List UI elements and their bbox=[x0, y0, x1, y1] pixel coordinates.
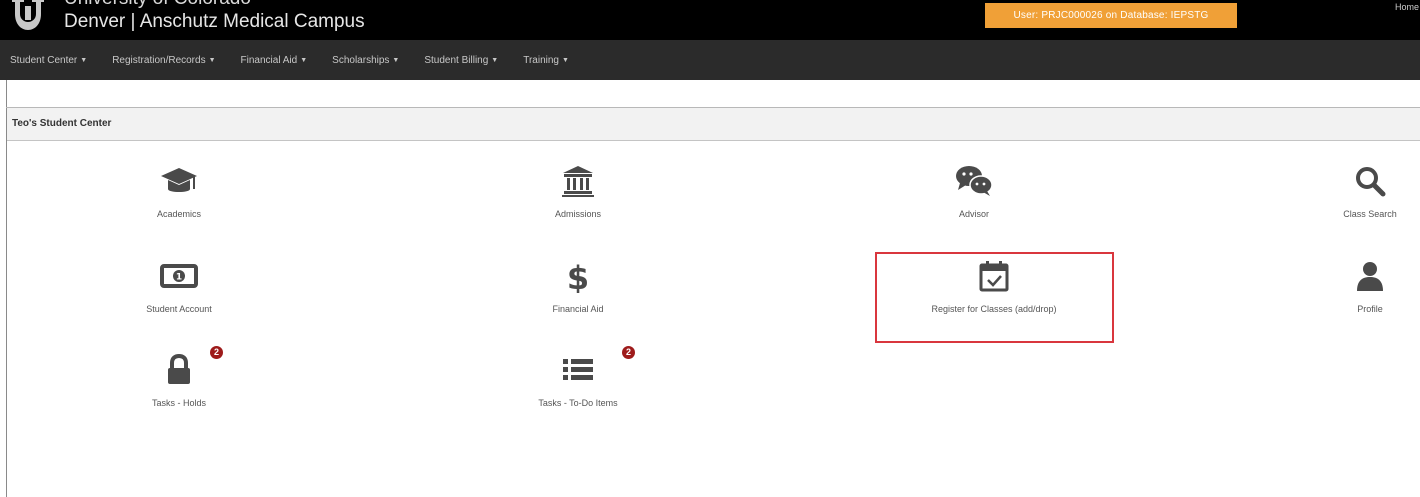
caret-down-icon: ▼ bbox=[80, 56, 88, 64]
tile-label: Financial Aid bbox=[552, 304, 604, 314]
nav-student-center[interactable]: Student Center ▼ bbox=[10, 55, 87, 66]
caret-down-icon: ▼ bbox=[562, 56, 569, 64]
tile-tasks-holds[interactable]: Tasks - Holds bbox=[69, 352, 289, 432]
section-header: Teo's Student Center bbox=[7, 108, 1420, 141]
tile-class-search[interactable]: Class Search bbox=[1260, 163, 1420, 243]
tile-label: Profile bbox=[1357, 304, 1383, 314]
tile-advisor[interactable]: Advisor bbox=[864, 163, 1084, 243]
search-icon bbox=[1350, 163, 1390, 199]
campus-name: Denver | Anschutz Medical Campus bbox=[64, 11, 365, 32]
tile-student-account[interactable]: 1 Student Account bbox=[69, 258, 289, 338]
tile-label: Student Account bbox=[146, 304, 212, 314]
tile-academics[interactable]: Academics bbox=[69, 163, 289, 243]
graduation-cap-icon bbox=[159, 163, 199, 199]
tile-profile[interactable]: Profile bbox=[1260, 258, 1420, 338]
caret-down-icon: ▼ bbox=[491, 56, 499, 64]
nav-scholarships[interactable]: Scholarships ▼ bbox=[332, 55, 399, 66]
caret-down-icon: ▼ bbox=[392, 56, 400, 64]
main-nav: Student Center ▼ Registration/Records ▼ Fi… bbox=[0, 40, 1420, 80]
tile-label: Class Search bbox=[1343, 209, 1397, 219]
tile-admissions[interactable]: Admissions bbox=[468, 163, 688, 243]
money-icon: 1 bbox=[159, 258, 199, 294]
user-icon bbox=[1350, 258, 1390, 294]
tile-label: Tasks - To-Do Items bbox=[538, 398, 618, 408]
tile-financial-aid[interactable]: $ Financial Aid bbox=[468, 258, 688, 338]
nav-registration-records[interactable]: Registration/Records ▼ bbox=[112, 55, 215, 66]
caret-down-icon: ▼ bbox=[208, 56, 216, 64]
lock-icon bbox=[159, 352, 199, 388]
nav-training[interactable]: Training ▼ bbox=[523, 55, 569, 66]
notification-badge: 2 bbox=[210, 346, 223, 359]
tile-label: Advisor bbox=[958, 209, 989, 219]
svg-text:$: $ bbox=[567, 259, 589, 293]
notification-badge: 2 bbox=[622, 346, 635, 359]
svg-text:1: 1 bbox=[176, 273, 182, 283]
chat-bubbles-icon bbox=[954, 163, 994, 199]
tile-label: Admissions bbox=[554, 209, 601, 219]
caret-down-icon: ▼ bbox=[300, 56, 308, 64]
nav-financial-aid[interactable]: Financial Aid ▼ bbox=[241, 55, 308, 66]
top-header: University of Colorado Denver | Anschutz… bbox=[0, 0, 1420, 40]
home-link[interactable]: Home bbox=[1395, 2, 1419, 12]
cu-logo-icon bbox=[12, 0, 44, 30]
list-icon bbox=[558, 352, 598, 388]
user-database-badge: User: PRJC000026 on Database: IEPSTG bbox=[985, 3, 1237, 28]
university-name: University of Colorado bbox=[64, 0, 251, 10]
page-title: Teo's Student Center bbox=[12, 118, 112, 129]
nav-student-billing[interactable]: Student Billing ▼ bbox=[424, 55, 498, 66]
tile-tasks-todo[interactable]: Tasks - To-Do Items bbox=[468, 352, 688, 432]
dollar-icon: $ bbox=[558, 258, 598, 294]
tile-label: Academics bbox=[156, 209, 201, 219]
content-frame-border bbox=[6, 80, 7, 497]
institution-icon bbox=[558, 163, 598, 199]
tile-label: Tasks - Holds bbox=[151, 398, 206, 408]
register-highlight-box bbox=[875, 252, 1114, 343]
